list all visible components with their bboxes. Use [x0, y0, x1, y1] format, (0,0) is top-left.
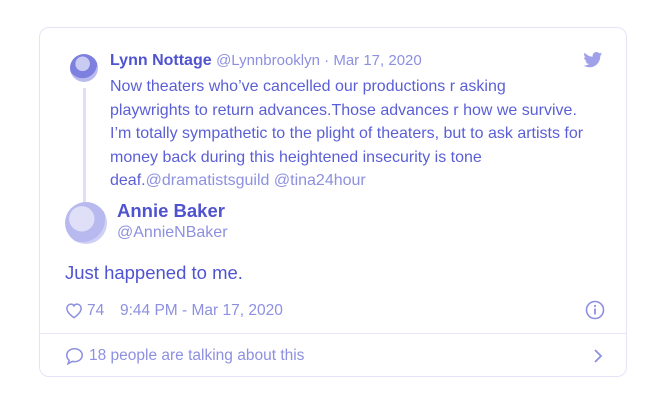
conversation-link[interactable]: 18 people are talking about this	[65, 345, 605, 369]
author-handle[interactable]: @AnnieNBaker	[117, 224, 228, 242]
twitter-bird-icon[interactable]	[583, 52, 603, 68]
quoted-body-line: deaf.@dramatistsguild @tina24hour	[110, 169, 610, 193]
quoted-tweet-date[interactable]: Mar 17, 2020	[333, 52, 421, 69]
speech-bubble-icon	[66, 347, 83, 365]
lynn-nottage-avatar[interactable]	[70, 54, 98, 82]
tweet-embed-card: Lynn Nottage @Lynnbrooklyn · Mar 17, 202…	[39, 27, 627, 377]
like-count[interactable]: 74	[87, 302, 104, 320]
annie-baker-avatar[interactable]	[65, 202, 107, 244]
quoted-body-line: playwrights to return advances.Those adv…	[110, 101, 577, 119]
tweet-text: Just happened to me.	[65, 262, 243, 283]
mention-dramatistsguild[interactable]: @dramatistsguild	[146, 172, 270, 189]
divider	[40, 333, 626, 334]
mention-tina24hour[interactable]: @tina24hour	[274, 172, 366, 189]
info-icon[interactable]	[585, 300, 605, 320]
quoted-body-line: money back during this heightened insecu…	[110, 148, 482, 166]
author-name[interactable]: Annie Baker	[117, 200, 225, 222]
chevron-right-icon[interactable]	[593, 348, 603, 364]
quoted-tweet-body: Now theaters who’ve cancelled our produc…	[110, 75, 610, 193]
heart-icon[interactable]	[65, 302, 83, 319]
quoted-body-line: Now theaters who’ve cancelled our produc…	[110, 78, 506, 95]
quoted-author-handle[interactable]: @Lynnbrooklyn	[216, 52, 320, 69]
tweet-meta: 74 9:44 PM - Mar 17, 2020	[65, 300, 605, 322]
quoted-body-line: I’m totally sympathetic to the plight of…	[110, 125, 584, 142]
quoted-body-prefix: deaf.	[110, 172, 146, 189]
quoted-author-name[interactable]: Lynn Nottage	[110, 52, 212, 69]
talking-count-text[interactable]: 18 people are talking about this	[89, 347, 304, 365]
tweet-timestamp[interactable]: 9:44 PM - Mar 17, 2020	[120, 302, 283, 320]
